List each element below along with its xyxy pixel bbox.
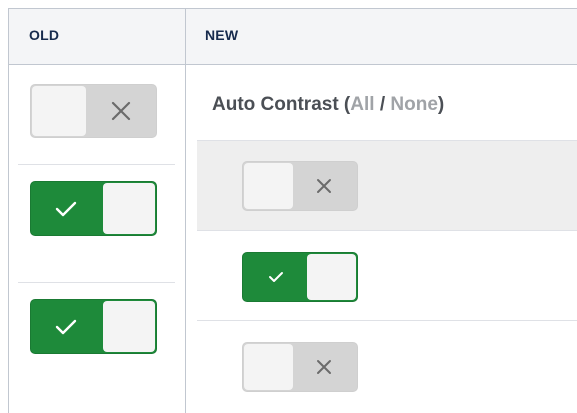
table-left-border xyxy=(8,8,9,413)
new-row-divider xyxy=(197,230,577,231)
check-icon xyxy=(243,253,309,301)
x-icon xyxy=(291,343,357,391)
old-row-divider xyxy=(18,164,175,165)
toggle-knob xyxy=(32,86,86,136)
select-all-link[interactable]: All xyxy=(350,94,374,115)
select-none-link[interactable]: None xyxy=(390,94,438,115)
new-toggle-off[interactable] xyxy=(242,161,358,211)
auto-contrast-heading: Auto Contrast (All / None) xyxy=(212,94,444,116)
old-toggle-on[interactable] xyxy=(30,299,157,354)
separator: / xyxy=(374,94,391,115)
new-row-divider xyxy=(197,320,577,321)
column-divider xyxy=(185,8,186,413)
open-paren: ( xyxy=(338,94,351,115)
header-bottom-border xyxy=(8,64,577,65)
comparison-table: OLD NEW Auto Contrast (All / None) xyxy=(0,0,577,413)
check-icon xyxy=(31,182,101,235)
close-paren: ) xyxy=(437,94,445,115)
toggle-knob xyxy=(244,344,293,390)
table-header-row xyxy=(8,8,577,64)
toggle-knob xyxy=(103,301,155,352)
check-icon xyxy=(31,300,101,353)
old-row-divider xyxy=(18,282,175,283)
auto-contrast-title: Auto Contrast xyxy=(212,94,339,115)
table-top-border xyxy=(8,8,577,9)
new-toggle-on[interactable] xyxy=(242,252,358,302)
toggle-knob xyxy=(244,163,293,209)
x-icon xyxy=(291,162,357,210)
new-toggle-off[interactable] xyxy=(242,342,358,392)
column-header-new: NEW xyxy=(205,27,239,43)
toggle-knob xyxy=(307,254,356,300)
column-header-old: OLD xyxy=(29,27,60,43)
old-toggle-off[interactable] xyxy=(30,84,157,138)
old-toggle-on[interactable] xyxy=(30,181,157,236)
toggle-knob xyxy=(103,183,155,234)
x-icon xyxy=(86,85,156,137)
